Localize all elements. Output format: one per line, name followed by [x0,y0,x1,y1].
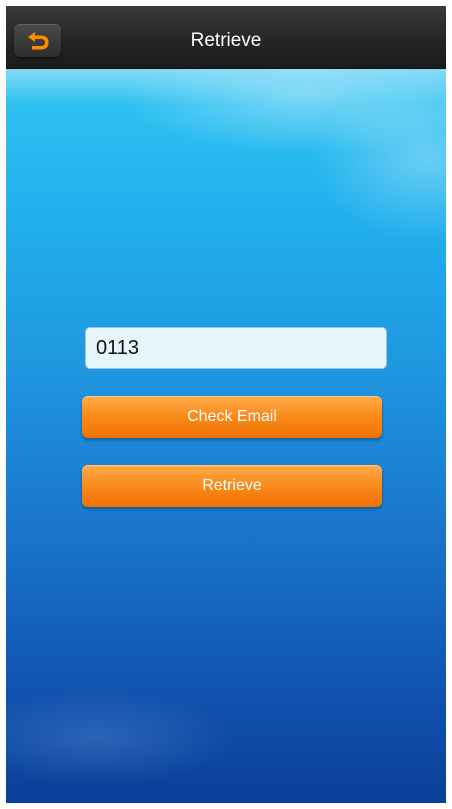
sky-haze [6,68,446,104]
retrieve-screen: Retrieve Check Email Retrieve [6,6,446,803]
title-bar: Retrieve [6,6,446,69]
check-email-button[interactable]: Check Email [82,396,382,438]
retrieve-button[interactable]: Retrieve [82,465,382,507]
code-input[interactable] [85,327,387,369]
page-title: Retrieve [190,30,262,51]
